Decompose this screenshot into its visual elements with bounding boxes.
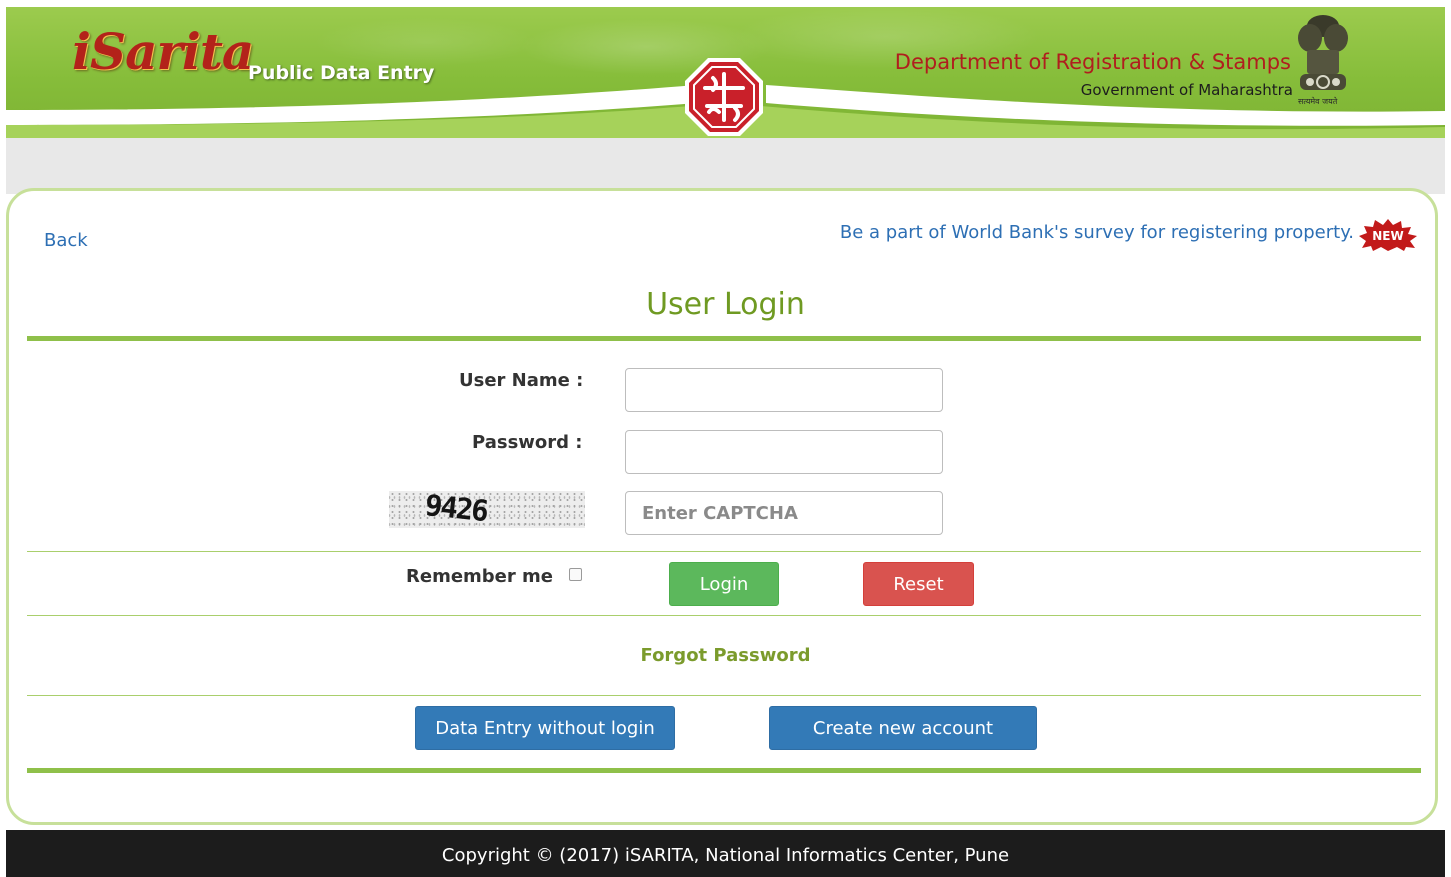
- isarita-logo: iSarita: [72, 22, 254, 81]
- captcha-input[interactable]: [625, 491, 943, 535]
- department-title: Department of Registration & Stamps: [894, 50, 1291, 74]
- create-account-button[interactable]: Create new account: [769, 706, 1037, 750]
- bottom-divider: [27, 768, 1421, 773]
- login-button[interactable]: Login: [669, 562, 779, 606]
- back-link[interactable]: Back: [44, 230, 88, 251]
- new-badge-icon: NEW: [1359, 219, 1417, 251]
- new-badge-label: NEW: [1372, 229, 1403, 243]
- national-emblem-icon: [1298, 15, 1348, 90]
- emblem-caption: सत्यमेव जयते: [1298, 97, 1338, 106]
- username-label: User Name :: [459, 370, 584, 391]
- header-subtitle: Public Data Entry: [248, 62, 435, 84]
- forgot-password-link[interactable]: Forgot Password: [0, 645, 1451, 666]
- divider-1: [27, 551, 1421, 552]
- username-field[interactable]: [625, 368, 943, 412]
- divider-3: [27, 695, 1421, 696]
- footer-copyright: Copyright © (2017) iSARITA, National Inf…: [441, 845, 1010, 866]
- data-entry-without-login-button[interactable]: Data Entry without login: [415, 706, 675, 750]
- captcha-image: 9426: [389, 491, 585, 528]
- grey-strip: [6, 138, 1445, 194]
- page-title: User Login: [646, 287, 805, 322]
- password-label: Password :: [472, 432, 583, 453]
- captcha-text: 9426: [423, 491, 489, 528]
- divider-2: [27, 615, 1421, 616]
- remember-checkbox[interactable]: [569, 568, 582, 581]
- password-field[interactable]: [625, 430, 943, 474]
- center-seal-icon: [685, 58, 763, 136]
- title-divider: [27, 336, 1421, 341]
- world-bank-survey-link[interactable]: Be a part of World Bank's survey for reg…: [840, 222, 1354, 243]
- reset-button[interactable]: Reset: [863, 562, 974, 606]
- remember-label: Remember me: [406, 566, 553, 587]
- government-title: Government of Maharashtra: [1080, 81, 1293, 99]
